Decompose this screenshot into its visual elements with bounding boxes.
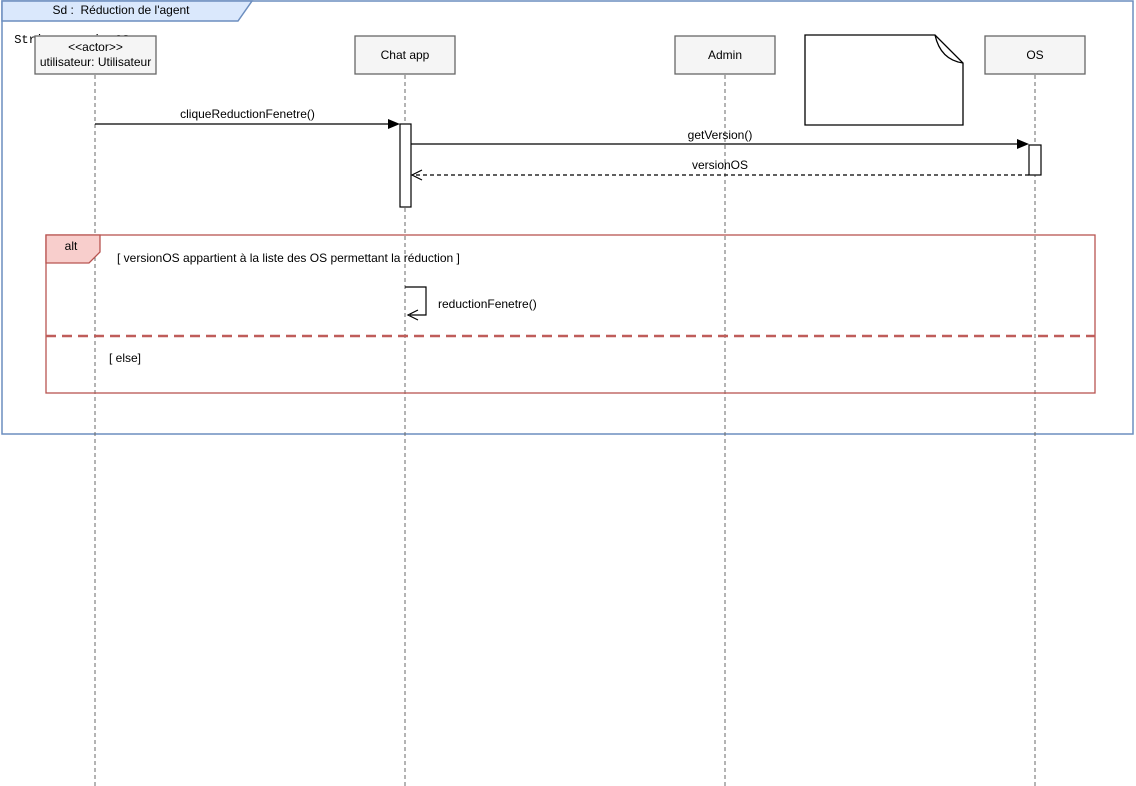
lifeline-head-label-utilisateur: <<actor>> utilisateur: Utilisateur: [35, 36, 156, 74]
message-label-getVersion: getVersion(): [411, 128, 1029, 143]
alt-guard-else: [ else]: [109, 351, 141, 366]
activation-os: [1029, 145, 1041, 175]
note-shape: [805, 35, 963, 125]
lifeline-head-label-chatapp: Chat app: [355, 36, 455, 74]
activation-chatapp: [400, 124, 411, 207]
lifeline-head-label-os: OS: [985, 36, 1085, 74]
frame-title: Sd : Réduction de l'agent: [2, 3, 240, 18]
actor-stereotype: <<actor>>: [68, 40, 123, 55]
actor-name: utilisateur: Utilisateur: [40, 55, 151, 70]
alt-guard-if: [ versionOS appartient à la liste des OS…: [117, 251, 460, 266]
chatapp-name: Chat app: [381, 48, 430, 63]
message-label-versionOS: versionOS: [411, 158, 1029, 173]
lifeline-head-label-admin: Admin: [675, 36, 775, 74]
sequence-diagram-canvas: Sd : Réduction de l'agent <<actor>> util…: [0, 0, 1136, 786]
os-name: OS: [1026, 48, 1043, 63]
admin-name: Admin: [708, 48, 742, 63]
alt-operator-label: alt: [46, 239, 96, 254]
message-label-cliqueReductionFenetre: cliqueReductionFenetre(): [95, 107, 400, 122]
message-label-reductionFenetre: reductionFenetre(): [438, 297, 537, 312]
